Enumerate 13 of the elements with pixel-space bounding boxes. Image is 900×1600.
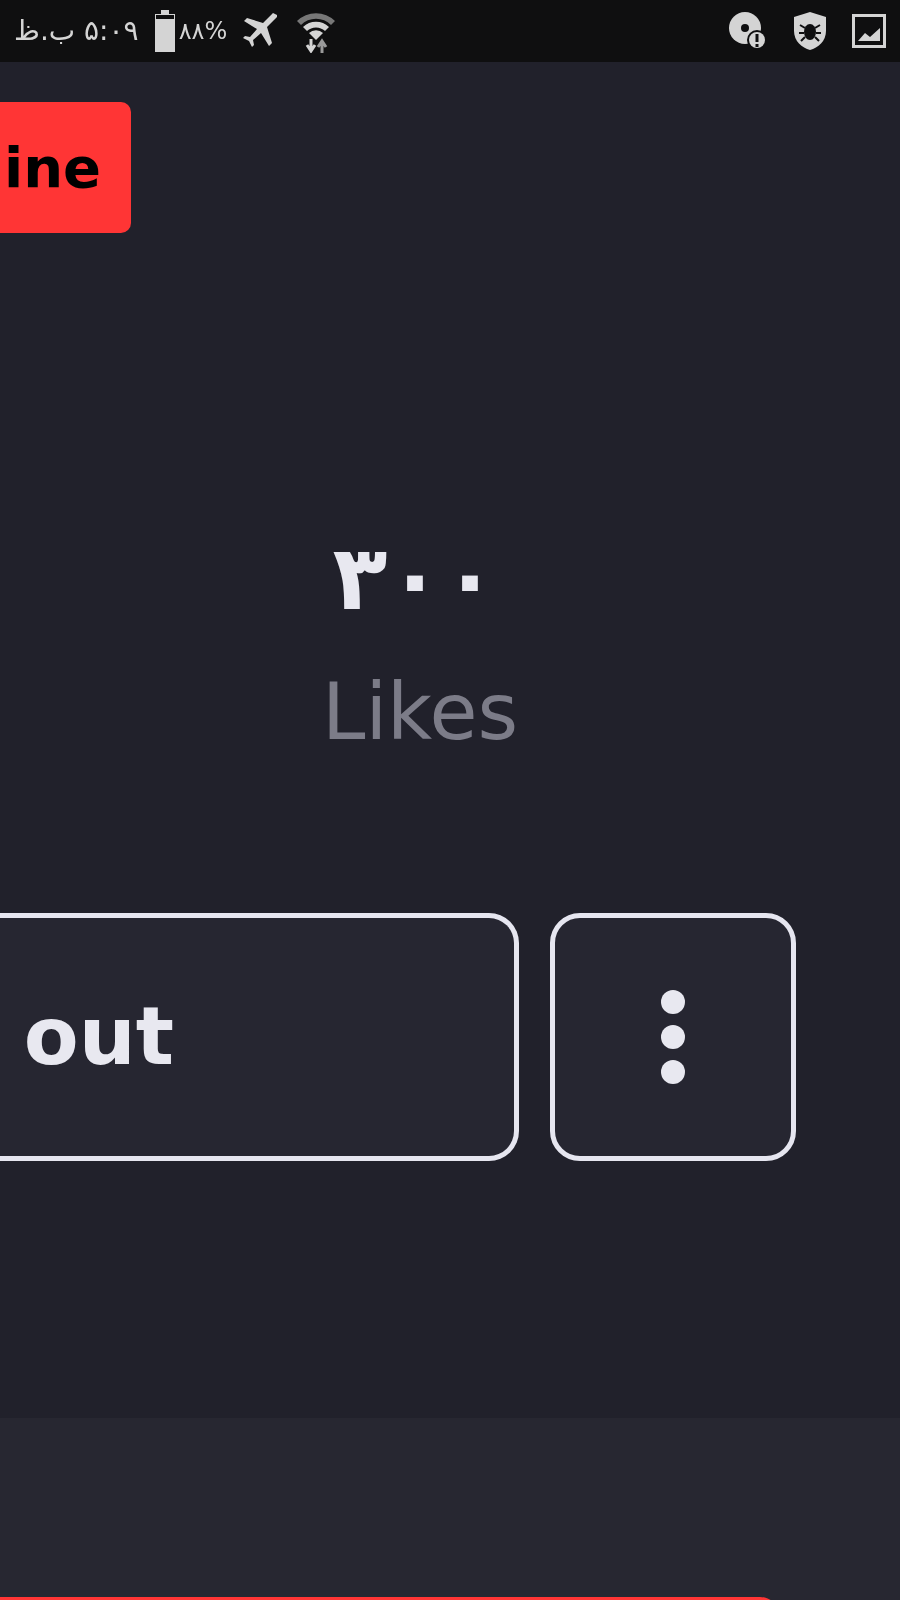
about-button[interactable]: out	[0, 913, 519, 1161]
clock-text: ۵:۰۹ ب.ظ	[14, 13, 139, 49]
battery-percent: ۸۸%	[178, 16, 228, 47]
more-icon	[661, 990, 685, 1084]
image-icon	[852, 14, 886, 48]
more-button[interactable]	[550, 913, 796, 1161]
shield-bug-icon	[792, 11, 828, 51]
airplane-icon	[243, 13, 280, 49]
tag-label: ine	[0, 102, 131, 233]
battery-icon	[154, 10, 175, 52]
likes-count: ۳۰۰	[332, 533, 498, 623]
likes-label: Likes	[321, 673, 519, 751]
disc-alert-icon	[728, 11, 768, 51]
